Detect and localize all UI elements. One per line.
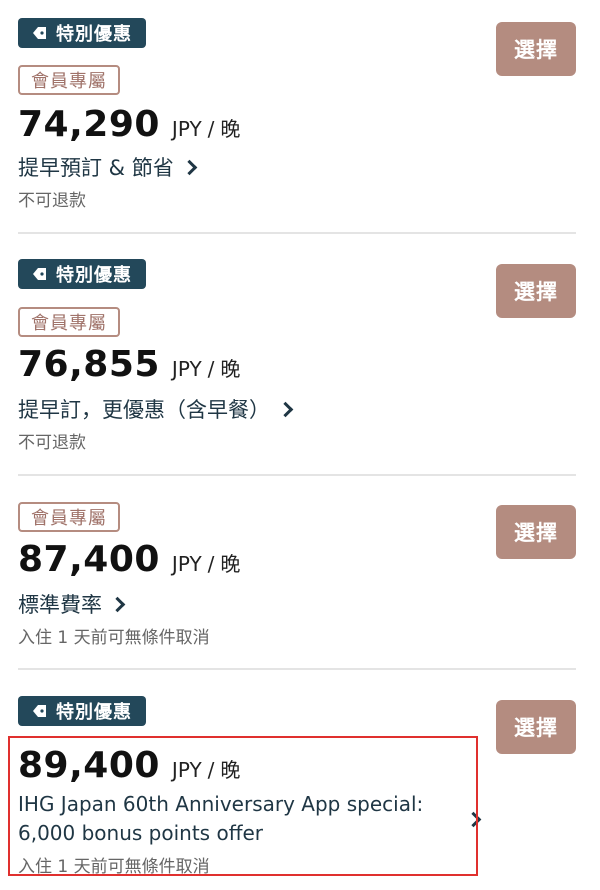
select-button[interactable]: 選擇: [496, 700, 576, 754]
special-offer-label: 特別優惠: [56, 702, 132, 723]
tag-icon: [33, 705, 46, 717]
highlight-annotation-box: [8, 736, 478, 876]
special-offer-badge: 特別優惠: [18, 696, 146, 726]
